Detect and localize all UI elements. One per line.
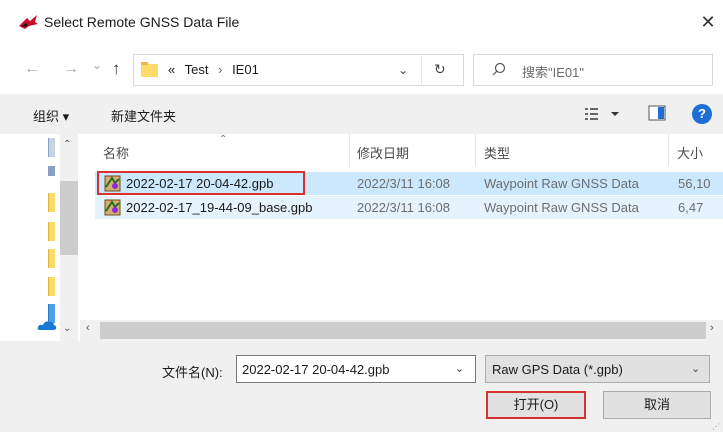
gpb-file-icon [104,199,121,216]
navigation-bar: ← → ⌄ ↑ « Test › IE01 ⌄ ↻ 搜索"IE01" [0,44,723,94]
search-placeholder: 搜索"IE01" [522,65,584,80]
filename-value: 2022-02-17 20-04-42.gpb [242,362,390,377]
folder-icon [141,62,158,77]
file-size: 56,10 [678,176,711,191]
onedrive-cloud-icon[interactable] [37,320,57,330]
filename-dropdown-icon[interactable]: ⌄ [455,362,464,375]
scroll-right-arrow-icon[interactable]: › [710,322,714,334]
nav-folder-icon[interactable] [48,222,55,241]
file-date: 2022/3/11 16:08 [357,200,451,215]
nav-item-icon[interactable] [48,166,55,176]
file-type: Waypoint Raw GNSS Data [484,176,639,191]
breadcrumb-item-ie01[interactable]: IE01 [232,62,259,77]
column-divider[interactable] [668,134,669,166]
filename-label: 文件名(N): [162,365,223,380]
breadcrumb-overflow[interactable]: « [168,62,175,77]
file-type: Waypoint Raw GNSS Data [484,200,639,215]
search-box[interactable]: 搜索"IE01" [473,54,713,86]
divider [421,55,422,85]
recent-locations-icon[interactable]: ⌄ [92,57,102,73]
resize-grip-icon[interactable]: ⋰ [712,422,720,431]
horizontal-scrollbar-thumb[interactable] [100,322,706,339]
filetype-value: Raw GPS Data (*.gpb) [492,362,623,377]
view-options-icon[interactable] [583,105,623,123]
nav-folder-icon[interactable] [48,249,55,268]
nav-item-icon[interactable] [48,138,55,157]
forward-arrow-icon[interactable]: → [63,61,79,77]
filename-input[interactable]: 2022-02-17 20-04-42.gpb ⌄ [236,355,476,383]
address-dropdown-icon[interactable]: ⌄ [398,63,408,77]
column-header-name[interactable]: 名称 [103,143,129,162]
search-icon [492,62,506,76]
preview-pane-icon[interactable] [648,105,666,121]
window-title: Select Remote GNSS Data File [44,14,240,30]
help-icon[interactable]: ? [692,104,712,124]
filetype-dropdown-icon: ⌄ [691,363,701,375]
refresh-icon[interactable]: ↻ [434,61,446,78]
breadcrumb: « Test › IE01 [168,62,265,77]
breadcrumb-item-test[interactable]: Test [185,62,209,77]
nav-folder-icon[interactable] [48,193,55,212]
column-divider[interactable] [475,134,476,166]
file-row[interactable]: 2022-02-17_19-44-09_base.gpb 2022/3/11 1… [95,196,723,219]
app-logo-icon [19,15,38,29]
filetype-select[interactable]: Raw GPS Data (*.gpb) ⌄ [485,355,710,383]
breadcrumb-separator-icon: › [218,62,223,77]
organize-menu[interactable]: 组织 ▾ [33,106,69,125]
column-headers: ⌃ 名称 修改日期 类型 大小 [95,134,723,166]
scroll-up-arrow-icon[interactable]: ⌃ [63,139,71,150]
highlight-box [97,171,305,195]
close-button[interactable]: ✕ [696,10,720,34]
file-date: 2022/3/11 16:08 [357,176,451,191]
sort-ascending-icon: ⌃ [219,134,228,145]
command-toolbar: 组织 ▾ 新建文件夹 ? [0,94,723,134]
address-bar[interactable]: « Test › IE01 ⌄ ↻ [133,54,464,86]
column-header-size[interactable]: 大小 [677,143,703,162]
navigation-scrollbar-thumb[interactable] [60,181,78,255]
title-bar: Select Remote GNSS Data File ✕ [0,0,723,44]
back-arrow-icon[interactable]: ← [24,61,40,77]
scroll-left-arrow-icon[interactable]: ‹ [86,322,90,334]
file-name: 2022-02-17_19-44-09_base.gpb [126,200,313,215]
file-size: 6,47 [678,200,704,215]
open-button[interactable]: 打开(O) [486,391,586,419]
cancel-button[interactable]: 取消 [603,391,711,419]
column-divider[interactable] [349,134,350,166]
scroll-down-arrow-icon[interactable]: ⌄ [63,323,71,334]
nav-folder-icon[interactable] [48,277,55,296]
up-folder-icon[interactable]: ↑ [112,60,121,77]
column-header-date[interactable]: 修改日期 [357,143,409,162]
new-folder-button[interactable]: 新建文件夹 [111,106,176,125]
column-header-type[interactable]: 类型 [484,143,510,162]
